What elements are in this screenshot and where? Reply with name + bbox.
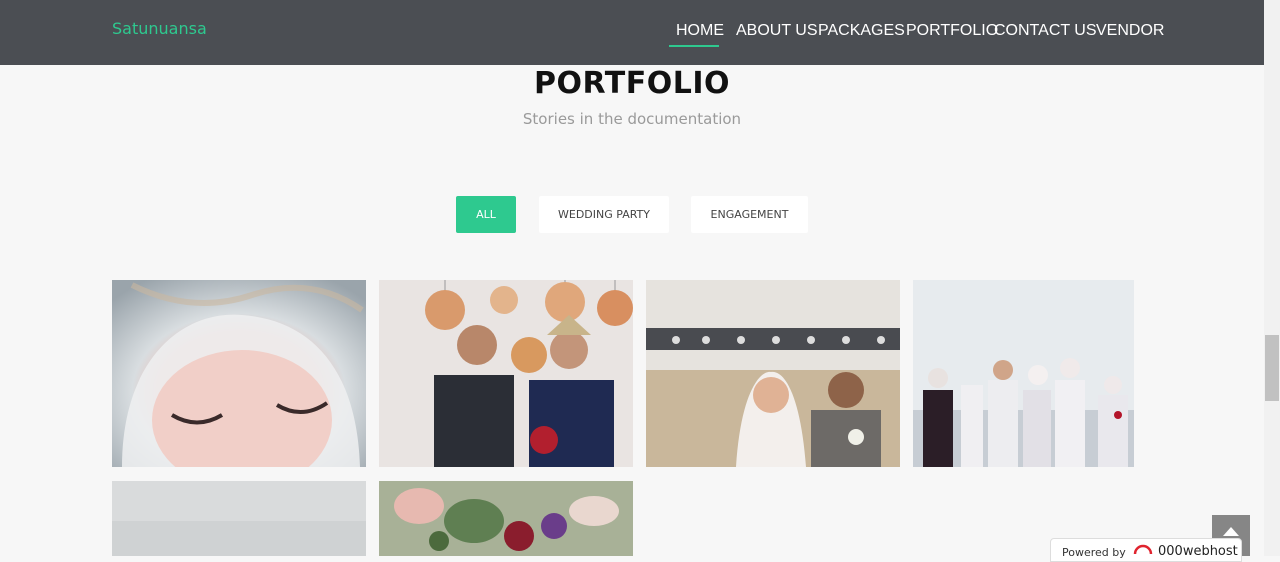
nav-home[interactable]: HOME (676, 22, 724, 40)
bride-veil-closeup-photo (112, 280, 366, 467)
gallery-item-couple-lamps[interactable] (379, 280, 633, 467)
gallery-item-floral-bouquet[interactable] (379, 481, 633, 556)
powered-by-badge[interactable]: Powered by 000webhost (1050, 538, 1242, 562)
scrollbar-thumb[interactable] (1265, 335, 1279, 401)
misty-landscape-photo (112, 481, 366, 556)
filter-wedding-party-button[interactable]: WEDDING PARTY (539, 196, 669, 233)
webhost-brand: 000webhost (1158, 544, 1238, 559)
gallery-item-couple-ballroom[interactable] (646, 280, 900, 467)
nav-portfolio[interactable]: PORTFOLIO (906, 22, 998, 40)
section-title: PORTFOLIO (534, 66, 730, 101)
nav-contact-us[interactable]: CONTACT US (994, 22, 1097, 40)
filter-all-button[interactable]: ALL (456, 196, 516, 233)
arrow-up-icon (1223, 527, 1239, 536)
couple-ballroom-photo (646, 280, 900, 467)
group-ceremony-outdoor-photo (913, 280, 1134, 467)
nav-packages[interactable]: PACKAGES (818, 22, 905, 40)
section-subtitle: Stories in the documentation (522, 110, 742, 128)
active-nav-indicator (669, 45, 719, 47)
gallery-item-misty-landscape[interactable] (112, 481, 366, 556)
gallery-item-bride-veil[interactable] (112, 280, 366, 467)
filter-engagement-button[interactable]: ENGAGEMENT (691, 196, 808, 233)
brand-logo-link[interactable]: Satunuansa (112, 19, 207, 38)
page-scrollbar[interactable] (1264, 0, 1280, 556)
couple-under-lamps-photo (379, 280, 633, 467)
floral-bouquet-photo (379, 481, 633, 556)
powered-by-label: Powered by (1062, 546, 1126, 559)
top-navbar: Satunuansa HOME ABOUT US PACKAGES PORTFO… (0, 0, 1264, 65)
nav-about-us[interactable]: ABOUT US (736, 22, 818, 40)
nav-vendor[interactable]: VENDOR (1096, 22, 1164, 40)
gallery-item-group-ceremony[interactable] (913, 280, 1134, 467)
